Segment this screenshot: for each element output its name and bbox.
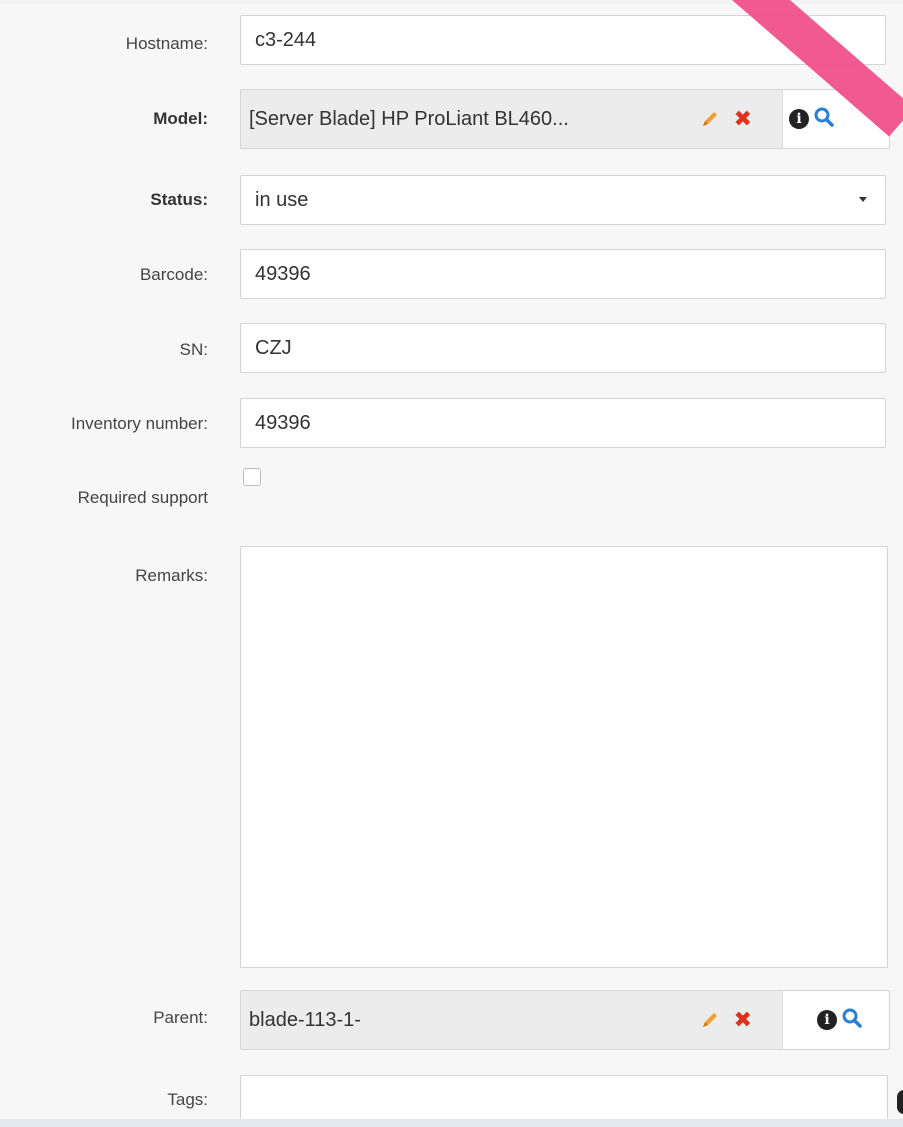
model-value: [Server Blade] HP ProLiant BL460...: [249, 107, 569, 130]
sn-label: SN:: [179, 340, 208, 359]
status-select[interactable]: in use: [240, 175, 886, 225]
model-actions: ✖: [700, 108, 782, 130]
close-icon[interactable]: ✖: [734, 108, 752, 130]
parent-actions: ✖: [700, 1009, 782, 1031]
close-icon[interactable]: ✖: [734, 1009, 752, 1031]
parent-label: Parent:: [153, 1008, 208, 1027]
tags-label: Tags:: [167, 1090, 208, 1109]
caret-down-icon: [859, 197, 867, 202]
search-icon[interactable]: [841, 1007, 863, 1034]
parent-tools: i: [783, 991, 863, 1049]
model-label: Model:: [153, 109, 208, 128]
info-icon[interactable]: [897, 1090, 903, 1114]
parent-selected: blade-113-1- ✖: [241, 991, 783, 1049]
pencil-icon[interactable]: [700, 1010, 720, 1030]
model-tools: i: [783, 90, 835, 148]
tags-input[interactable]: [240, 1075, 888, 1125]
info-icon[interactable]: i: [817, 1010, 837, 1030]
status-label: Status:: [150, 190, 208, 209]
info-icon[interactable]: i: [789, 109, 809, 129]
pencil-icon[interactable]: [700, 109, 720, 129]
sn-value: CZJ: [255, 336, 292, 359]
parent-field[interactable]: blade-113-1- ✖ i: [240, 990, 890, 1050]
hostname-value: c3-244: [255, 28, 317, 51]
bottom-bar: [0, 1119, 903, 1127]
sn-input[interactable]: CZJ: [240, 323, 886, 373]
model-selected: [Server Blade] HP ProLiant BL460... ✖: [241, 90, 783, 148]
inventory-number-value: 49396: [255, 411, 311, 434]
search-icon[interactable]: [813, 106, 835, 133]
barcode-value: 49396: [255, 262, 311, 285]
remarks-label: Remarks:: [135, 566, 208, 585]
model-field[interactable]: [Server Blade] HP ProLiant BL460... ✖ i: [240, 89, 890, 149]
inventory-number-label: Inventory number:: [70, 414, 208, 433]
barcode-input[interactable]: 49396: [240, 249, 886, 299]
hostname-label: Hostname:: [125, 34, 208, 53]
required-support-checkbox[interactable]: [243, 468, 261, 486]
parent-value: blade-113-1-: [249, 1008, 361, 1031]
required-support-label: Required support: [77, 488, 208, 507]
remarks-textarea[interactable]: [240, 546, 888, 968]
barcode-label: Barcode:: [139, 265, 208, 284]
inventory-number-input[interactable]: 49396: [240, 398, 886, 448]
status-value: in use: [255, 188, 309, 211]
